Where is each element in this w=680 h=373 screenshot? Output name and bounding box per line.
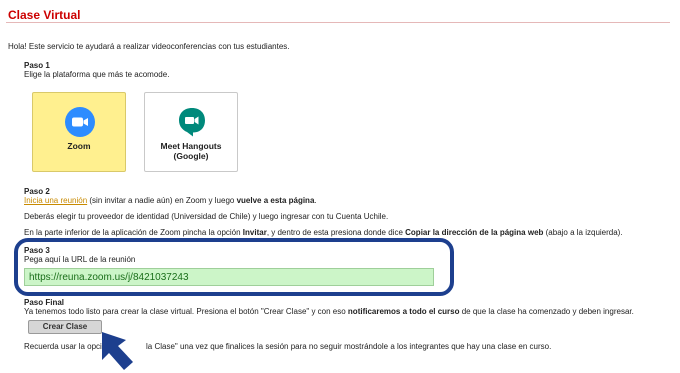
zoom-video-icon: [65, 107, 95, 137]
page-title: Clase Virtual: [8, 8, 81, 22]
meet-label-line2: (Google): [173, 151, 209, 161]
step2-line1-end: .: [314, 196, 317, 205]
step2-line1-text: (sin invitar a nadie aún) en Zoom y lueg…: [87, 196, 237, 205]
step2-line3-c: , y dentro de esta presiona donde dice: [266, 228, 406, 237]
step3-highlight-box: [14, 238, 454, 296]
meeting-url-input[interactable]: [24, 268, 434, 286]
step1-text: Elige la plataforma que más te acomode.: [24, 70, 170, 79]
reminder-text-b: la Clase" una vez que finalices la sesió…: [146, 342, 552, 351]
step2-line1: Inicia una reunión (sin invitar a nadie …: [24, 196, 317, 206]
pointer-arrow-icon: [102, 332, 133, 370]
final-text-bold: notificaremos a todo el curso: [347, 307, 460, 316]
title-divider: [6, 22, 670, 23]
intro-text: Hola! Este servicio te ayudará a realiza…: [8, 42, 290, 51]
step3-text: Pega aquí la URL de la reunión: [24, 255, 136, 264]
meet-label-line1: Meet Hangouts: [160, 141, 222, 151]
step2-line3-a: En la parte inferior de la aplicación de…: [24, 228, 243, 237]
final-text: Ya tenemos todo listo para crear la clas…: [24, 307, 634, 317]
step2-line3-copy: Copiar la dirección de la página web: [405, 228, 544, 237]
step2-line2: Deberás elegir tu proveedor de identidad…: [24, 212, 389, 221]
google-meet-icon: [179, 108, 205, 137]
step2-line1-bold: vuelve a esta página: [236, 196, 315, 205]
zoom-label: Zoom: [67, 141, 91, 151]
meet-option-card[interactable]: Meet Hangouts (Google): [144, 92, 238, 172]
zoom-option-card[interactable]: Zoom: [32, 92, 126, 172]
step2-line3-e: (abajo a la izquierda).: [543, 228, 623, 237]
step2-line3: En la parte inferior de la aplicación de…: [24, 228, 623, 238]
start-meeting-link[interactable]: Inicia una reunión: [24, 196, 87, 205]
final-text-a: Ya tenemos todo listo para crear la clas…: [24, 307, 348, 316]
final-text-b: de que la clase ha comenzado y deben ing…: [459, 307, 634, 316]
step2-line3-invitar: Invitar: [242, 228, 267, 237]
